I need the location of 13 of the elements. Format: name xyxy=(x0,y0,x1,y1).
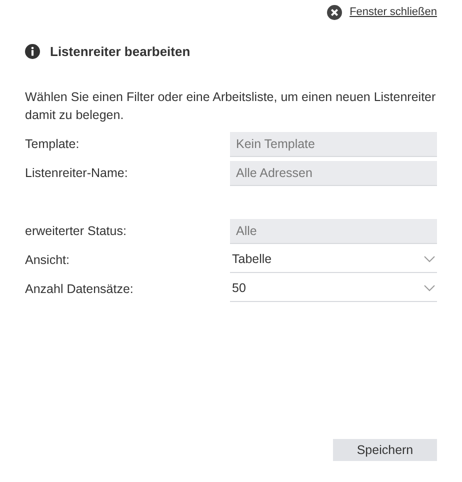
description-text: Wählen Sie einen Filter oder eine Arbeitsliste, um einen neuen Listenreiter damit zu belegen. xyxy=(25,88,437,124)
field-label: Listenreiter-Name: xyxy=(25,164,129,182)
save-button[interactable]: Speichern xyxy=(333,439,437,461)
field-label: Ansicht: xyxy=(25,252,70,269)
chevron-down-icon xyxy=(424,285,435,292)
close-window-link[interactable]: Fenster schließen xyxy=(350,4,437,21)
info-icon xyxy=(25,44,40,60)
close-icon[interactable] xyxy=(326,5,342,20)
field-label: Anzahl Datensätze: xyxy=(25,280,134,298)
field-label: erweiterter Status: xyxy=(25,222,128,240)
chevron-down-icon xyxy=(424,256,435,264)
dialog-title: Listenreiter bearbeiten xyxy=(50,44,190,60)
field-label: Template: xyxy=(25,136,80,153)
